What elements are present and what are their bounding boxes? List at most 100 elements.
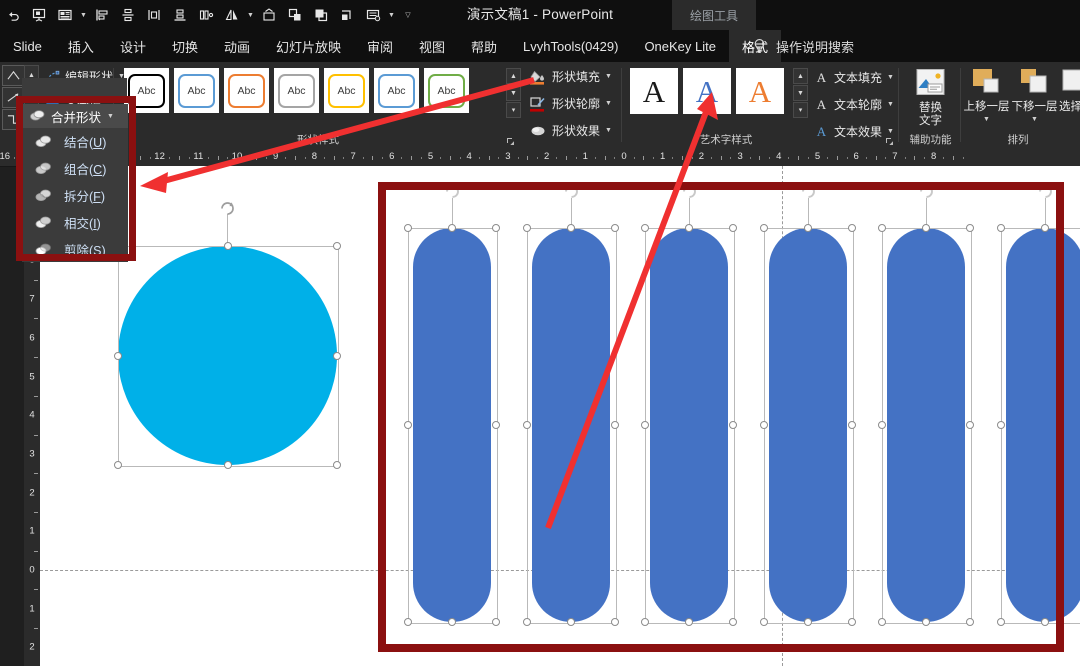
resize-handle[interactable] — [567, 618, 575, 626]
merge-shapes-menu-item[interactable]: 相交(I) — [22, 209, 128, 236]
resize-handle[interactable] — [224, 242, 232, 250]
text-fill-caret-icon[interactable]: ▼ — [887, 74, 894, 81]
resize-handle[interactable] — [997, 618, 1005, 626]
resize-handle[interactable] — [641, 421, 649, 429]
resize-handle[interactable] — [492, 618, 500, 626]
resize-handle[interactable] — [878, 618, 886, 626]
resize-handle[interactable] — [804, 618, 812, 626]
resize-handle[interactable] — [611, 421, 619, 429]
resize-handle[interactable] — [114, 461, 122, 469]
resize-handle[interactable] — [760, 224, 768, 232]
resize-handle[interactable] — [114, 352, 122, 360]
resize-handle[interactable] — [492, 224, 500, 232]
resize-handle[interactable] — [333, 352, 341, 360]
shape-style-thumb[interactable]: Abc — [424, 68, 469, 113]
alt-text-button[interactable]: 替换 文字 — [902, 68, 959, 128]
shape-styles-scroll[interactable]: ▲ ▼ ▾ — [506, 68, 519, 119]
text-outline-caret-icon[interactable]: ▼ — [887, 101, 894, 108]
merge-shapes-menu-item[interactable]: 组合(C) — [22, 155, 128, 182]
wordart-scroll-down-icon[interactable]: ▼ — [793, 85, 808, 101]
shape-style-thumb[interactable]: Abc — [374, 68, 419, 113]
send-backward-button[interactable]: 下移一层 ▼ — [1011, 67, 1058, 123]
resize-handle[interactable] — [333, 242, 341, 250]
text-outline-button[interactable]: A 文本轮廓 ▼ — [814, 96, 894, 113]
resize-handle[interactable] — [1041, 618, 1049, 626]
resize-handle[interactable] — [878, 421, 886, 429]
shape-effects-button[interactable]: 形状效果 ▼ — [530, 122, 612, 139]
resize-handle[interactable] — [404, 224, 412, 232]
shape-fill-caret-icon[interactable]: ▼ — [605, 73, 612, 80]
bring-forward-icon[interactable] — [308, 2, 334, 28]
slide-canvas[interactable] — [40, 166, 1080, 666]
layout-icon[interactable] — [52, 2, 78, 28]
undo-icon[interactable] — [0, 2, 26, 28]
wordart-thumb[interactable]: A — [683, 68, 731, 114]
resize-handle[interactable] — [567, 224, 575, 232]
tab-review[interactable]: 审阅 — [354, 30, 406, 62]
tab-slide[interactable]: Slide — [0, 30, 55, 62]
distribute-horizontal-icon[interactable] — [141, 2, 167, 28]
resize-handle[interactable] — [848, 421, 856, 429]
wordart-thumb[interactable]: A — [736, 68, 784, 114]
resize-handle[interactable] — [404, 618, 412, 626]
resize-handle[interactable] — [611, 224, 619, 232]
align-left-icon[interactable] — [89, 2, 115, 28]
resize-handle[interactable] — [804, 224, 812, 232]
resize-handle[interactable] — [448, 224, 456, 232]
bring-forward-button[interactable]: 上移一层 ▼ — [963, 67, 1010, 123]
resize-handle[interactable] — [448, 618, 456, 626]
rotate-icon[interactable] — [256, 2, 282, 28]
send-backward-icon[interactable] — [334, 2, 360, 28]
merge-shapes-menu-item[interactable]: 剪除(S) — [22, 236, 128, 263]
rotate-handle[interactable] — [681, 182, 698, 199]
resize-handle[interactable] — [878, 224, 886, 232]
resize-handle[interactable] — [224, 461, 232, 469]
text-effects-caret-icon[interactable]: ▼ — [887, 128, 894, 135]
align-bottom-icon[interactable] — [167, 2, 193, 28]
resize-handle[interactable] — [492, 421, 500, 429]
shape-outline-button[interactable]: 形状轮廓 ▼ — [530, 95, 612, 112]
tab-insert[interactable]: 插入 — [55, 30, 107, 62]
shape-outline-caret-icon[interactable]: ▼ — [605, 100, 612, 107]
rotate-handle[interactable] — [563, 182, 580, 199]
resize-handle[interactable] — [966, 224, 974, 232]
tab-animations[interactable]: 动画 — [211, 30, 263, 62]
resize-handle[interactable] — [523, 618, 531, 626]
shape-style-thumb[interactable]: Abc — [224, 68, 269, 113]
resize-handle[interactable] — [404, 421, 412, 429]
resize-handle[interactable] — [760, 421, 768, 429]
resize-handle[interactable] — [760, 618, 768, 626]
merge-shapes-menu-item[interactable]: 拆分(F) — [22, 182, 128, 209]
tab-view[interactable]: 视图 — [406, 30, 458, 62]
resize-handle[interactable] — [997, 421, 1005, 429]
shape-style-thumb[interactable]: Abc — [174, 68, 219, 113]
shape-style-thumb[interactable]: Abc — [124, 68, 169, 113]
flip-icon[interactable] — [219, 2, 245, 28]
tab-slideshow[interactable]: 幻灯片放映 — [263, 30, 354, 62]
resize-handle[interactable] — [611, 618, 619, 626]
align-center-icon[interactable] — [115, 2, 141, 28]
resize-handle[interactable] — [685, 224, 693, 232]
resize-handle[interactable] — [729, 421, 737, 429]
resize-handle[interactable] — [523, 421, 531, 429]
customize-quick-access-toolbar-icon[interactable]: ▽ — [397, 2, 419, 28]
selection-pane-button[interactable]: 选择 — [1059, 67, 1080, 114]
horizontal-ruler[interactable]: 16151413121110987654321012345678 — [0, 150, 1080, 167]
rotate-handle[interactable] — [444, 182, 461, 199]
bring-forward-caret-icon[interactable]: ▼ — [983, 116, 990, 123]
shape-styles-dialog-launcher[interactable] — [506, 137, 515, 148]
resize-handle[interactable] — [922, 224, 930, 232]
rotate-handle[interactable] — [1037, 182, 1054, 199]
shape-styles-scroll-down-icon[interactable]: ▼ — [506, 85, 521, 101]
wordart-more-icon[interactable]: ▾ — [793, 102, 808, 118]
shape-gallery-preview[interactable] — [2, 65, 24, 131]
wordart-thumb[interactable]: A — [630, 68, 678, 114]
shape-style-thumb[interactable]: Abc — [324, 68, 369, 113]
shape-styles-more-icon[interactable]: ▾ — [506, 102, 521, 118]
resize-handle[interactable] — [685, 618, 693, 626]
wordart-scroll-up-icon[interactable]: ▲ — [793, 68, 808, 84]
resize-handle[interactable] — [997, 224, 1005, 232]
shape-fill-button[interactable]: 形状填充 ▼ — [530, 68, 612, 85]
tab-help[interactable]: 帮助 — [458, 30, 510, 62]
merge-shapes-menu-item[interactable]: 结合(U) — [22, 128, 128, 155]
